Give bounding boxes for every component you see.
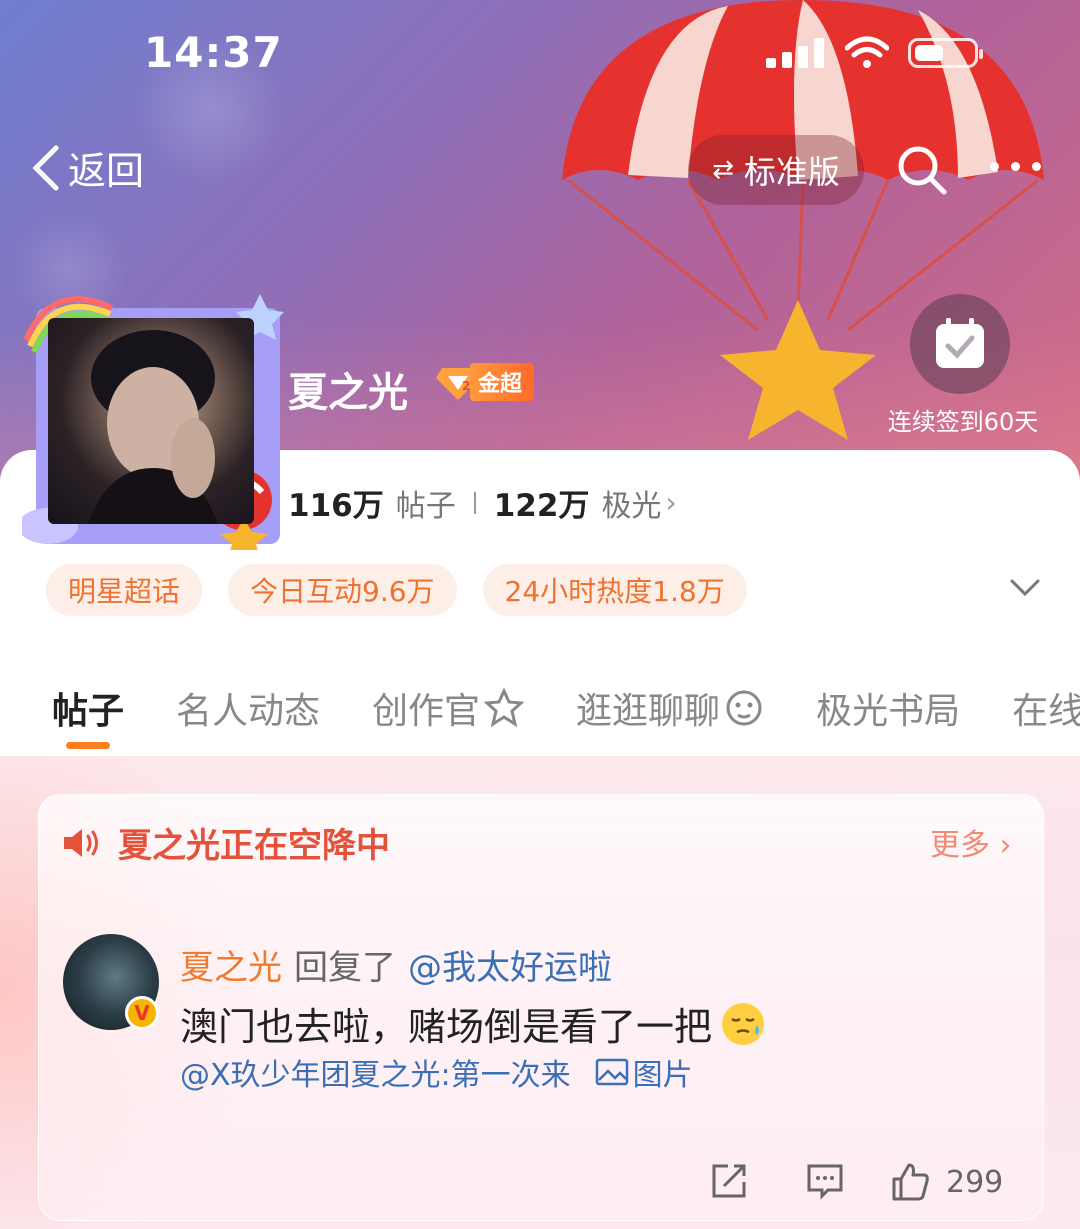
person-portrait-image	[88, 330, 218, 524]
airdrop-title: 夏之光正在空降中	[118, 826, 390, 866]
tab-online[interactable]: 在线	[1012, 682, 1080, 734]
battery-icon	[908, 38, 983, 68]
tab-creator[interactable]: 创作官	[372, 682, 525, 734]
mention-link[interactable]: @我太好运啦	[408, 940, 612, 989]
status-time: 14:37	[144, 28, 283, 77]
back-label: 返回	[68, 149, 145, 193]
stats-row[interactable]: 116万 帖子 122万 极光 ›	[288, 480, 677, 525]
topic-tags: 明星超话 今日互动9.6万 24小时热度1.8万	[46, 564, 747, 616]
source-link[interactable]: @X玖少年团夏之光:第一次来	[180, 1050, 571, 1094]
post-meta: @X玖少年团夏之光:第一次来 图片	[180, 1050, 693, 1094]
tab-chat[interactable]: 逛逛聊聊	[576, 682, 764, 734]
version-toggle-button[interactable]: ⇄ 标准版	[688, 135, 864, 205]
sweat-emoji-icon	[722, 1002, 765, 1045]
chevron-down-icon[interactable]	[1010, 578, 1040, 598]
post-text: 澳门也去啦，赌场倒是看了一把	[180, 1005, 713, 1049]
search-icon[interactable]	[896, 144, 948, 196]
comment-button[interactable]	[806, 1162, 844, 1200]
badge-label: 金超	[470, 363, 535, 401]
tab-aurora-books[interactable]: 极光书局	[816, 682, 960, 734]
posts-label: 帖子	[395, 488, 456, 524]
tag-24h-heat[interactable]: 24小时热度1.8万	[482, 564, 747, 616]
tab-label: 在线	[1012, 691, 1080, 732]
topic-title: 夏之光	[288, 370, 408, 416]
tab-label: 逛逛聊聊	[576, 691, 721, 732]
post-header: 夏之光 回复了 @我太好运啦	[180, 940, 612, 989]
thumbs-up-icon	[892, 1163, 929, 1201]
speaker-icon	[64, 828, 98, 857]
share-icon	[712, 1164, 746, 1198]
chevron-right-icon: ›	[999, 828, 1012, 863]
verified-badge-icon: V	[125, 996, 159, 1030]
image-label: 图片	[632, 1058, 693, 1093]
stats-divider	[473, 491, 476, 514]
like-button[interactable]: 299	[890, 1162, 1003, 1202]
active-tab-indicator	[66, 742, 110, 749]
post-content[interactable]: 澳门也去啦，赌场倒是看了一把	[180, 996, 766, 1051]
tag-star-topic[interactable]: 明星超话	[46, 564, 203, 616]
calendar-check-icon	[936, 318, 984, 368]
aurora-label: 极光	[601, 488, 662, 524]
posts-count: 116万	[288, 488, 384, 524]
aurora-count: 122万	[493, 488, 590, 524]
comment-icon	[807, 1164, 843, 1200]
checkin-label: 连续签到60天	[887, 408, 1039, 436]
like-count: 299	[946, 1164, 1004, 1200]
topic-avatar[interactable]	[48, 318, 254, 524]
star-face-icon	[484, 688, 525, 728]
wifi-icon	[845, 36, 889, 68]
tab-celebrity-news[interactable]: 名人动态	[176, 682, 320, 734]
image-icon	[595, 1058, 628, 1086]
emoji-face-icon	[726, 690, 762, 726]
gold-super-badge: 2 金超	[436, 363, 535, 401]
version-label: 标准版	[743, 153, 840, 191]
swap-icon: ⇄	[712, 155, 734, 185]
back-button[interactable]: 返回	[30, 140, 144, 195]
more-link[interactable]: 更多 ›	[930, 820, 1012, 864]
tab-bar: 帖子 名人动态 创作官 逛逛聊聊 极光书局 在线	[52, 682, 1080, 734]
post-actions: 299	[0, 1162, 1080, 1208]
share-button[interactable]	[710, 1162, 748, 1200]
airdrop-header: 夏之光正在空降中	[62, 818, 390, 867]
checkin-button[interactable]	[910, 294, 1010, 394]
signal-icon	[766, 38, 826, 68]
more-label: 更多	[930, 828, 990, 863]
image-link[interactable]: 图片	[595, 1050, 693, 1094]
tab-label: 名人动态	[176, 691, 321, 732]
tag-daily-interaction[interactable]: 今日互动9.6万	[228, 564, 457, 616]
tab-label: 帖子	[52, 691, 125, 732]
chevron-left-icon	[32, 145, 59, 190]
post-username[interactable]: 夏之光	[180, 940, 282, 989]
tab-label: 极光书局	[816, 691, 961, 732]
tab-label: 创作官	[372, 691, 481, 732]
chevron-right-icon: ›	[665, 486, 677, 519]
more-options-icon[interactable]	[990, 162, 1041, 171]
tab-posts[interactable]: 帖子	[52, 682, 124, 734]
reply-text: 回复了	[294, 948, 396, 988]
